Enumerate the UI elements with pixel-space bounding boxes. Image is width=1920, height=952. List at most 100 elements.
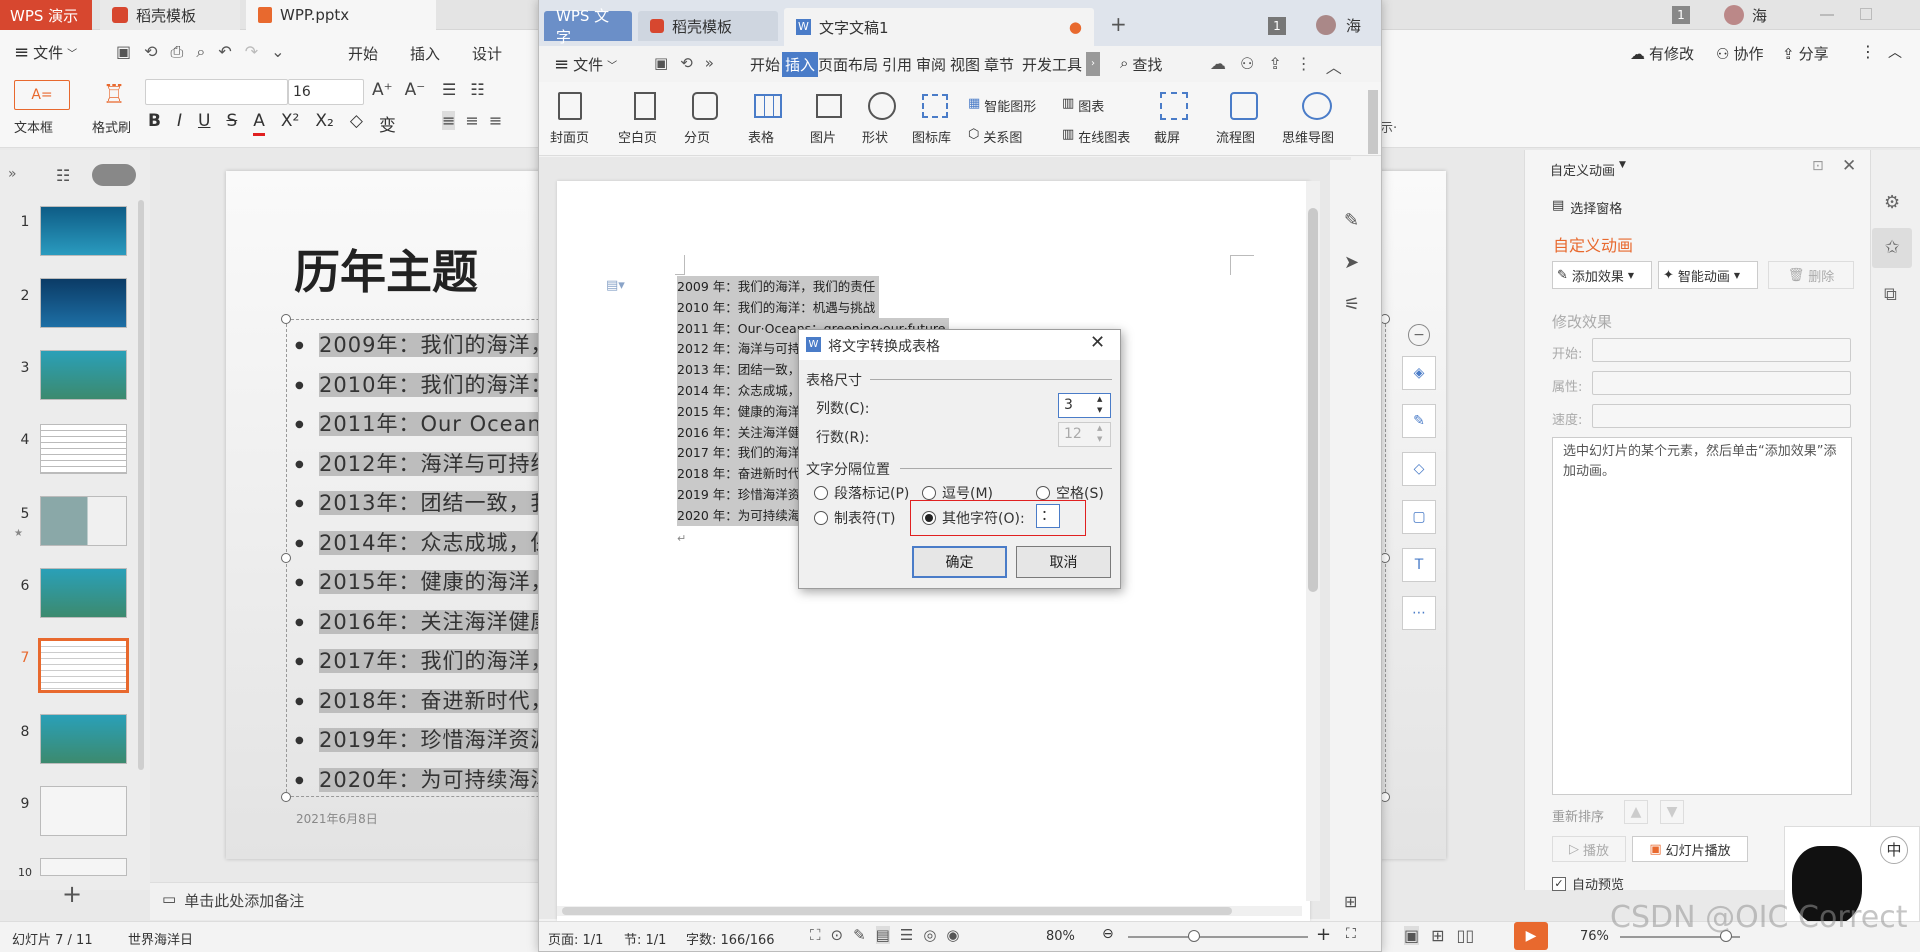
slide-date[interactable]: 2021年6月8日: [296, 810, 378, 827]
writer-file-menu[interactable]: ≡ 文件 ﹀: [554, 54, 617, 75]
shape-icon[interactable]: [868, 92, 896, 120]
ime-indicator[interactable]: 中: [1880, 836, 1908, 864]
cloud-save-icon[interactable]: ⟲: [680, 54, 693, 72]
writer-menu-references[interactable]: 引用: [882, 54, 912, 75]
tab-template[interactable]: 稻壳模板: [100, 0, 240, 30]
document-line[interactable]: 2012 年：海洋与可持续: [677, 338, 817, 360]
superscript-icon[interactable]: X²: [281, 111, 299, 136]
bullet-list-icon[interactable]: ☰: [442, 80, 456, 99]
grid-icon[interactable]: ⊞: [1344, 892, 1357, 911]
writer-menu-insert[interactable]: 插入: [782, 52, 819, 77]
property-select[interactable]: [1592, 371, 1851, 395]
picture-icon[interactable]: [816, 94, 842, 118]
paragraph-options-icon[interactable]: ▤▾: [606, 278, 625, 293]
speed-select[interactable]: [1592, 404, 1851, 428]
expand-panel-icon[interactable]: »: [8, 166, 17, 182]
slide-thumbnail-7-selected[interactable]: [38, 638, 129, 693]
collapse-ribbon-icon[interactable]: ︿: [1326, 54, 1342, 78]
cover-page-icon[interactable]: [558, 92, 582, 120]
animation-star-tool-icon[interactable]: ✩: [1872, 228, 1912, 268]
document-line[interactable]: 2009 年：我们的海洋，我们的责任: [677, 276, 880, 297]
redo-icon[interactable]: ↷: [245, 42, 258, 62]
slide-thumbnail-5[interactable]: [40, 496, 127, 546]
ribbon-scrollbar[interactable]: [1368, 90, 1378, 154]
rows-spinner[interactable]: 12: [1058, 422, 1111, 447]
align-right-icon[interactable]: ≡: [489, 111, 502, 130]
format-painter-icon[interactable]: ♖: [98, 78, 130, 112]
bullet-item[interactable]: ● 2020年：为可持续海洋: [295, 761, 553, 800]
table-label[interactable]: 表格: [748, 127, 774, 146]
zoom-in-icon[interactable]: +: [1316, 924, 1331, 945]
format-painter-label[interactable]: 格式刷: [92, 117, 131, 136]
page-indicator[interactable]: 页面: 1/1: [548, 929, 603, 948]
file-menu[interactable]: ≡ 文件 ﹀: [14, 42, 77, 63]
slide-view-toggle[interactable]: [92, 164, 136, 186]
italic-icon[interactable]: I: [177, 111, 182, 136]
outline-view-icon[interactable]: ☷: [56, 166, 70, 185]
menu-insert[interactable]: 插入: [410, 43, 440, 64]
select-cursor-icon[interactable]: ➤: [1344, 252, 1359, 273]
cancel-button[interactable]: 取消: [1016, 546, 1111, 578]
mindmap-label[interactable]: 思维导图: [1282, 127, 1334, 146]
slide-thumbnail-3[interactable]: [40, 350, 127, 400]
play-slideshow-button[interactable]: ▶: [1514, 922, 1548, 950]
collapse-ribbon-icon[interactable]: ︿: [1888, 42, 1902, 62]
writer-zoom-thumb[interactable]: [1188, 930, 1200, 942]
resize-handle[interactable]: [281, 792, 291, 802]
writer-avatar[interactable]: [1316, 15, 1336, 35]
tab-pptx-file[interactable]: WPP.pptx: [246, 0, 436, 30]
textbox-icon[interactable]: A=: [14, 80, 70, 110]
edit-pen-icon[interactable]: ✎: [1344, 210, 1359, 231]
online-chart-button[interactable]: ▥ 在线图表: [1062, 127, 1130, 146]
font-grow-icon[interactable]: A⁺: [372, 80, 393, 100]
share-button[interactable]: ⇪ 分享: [1782, 43, 1829, 64]
chart-button[interactable]: ▥ 图表: [1062, 96, 1104, 115]
resize-handle[interactable]: [281, 314, 291, 324]
writer-tab-document[interactable]: W 文字文稿1 ●: [784, 8, 1094, 46]
avatar[interactable]: [1724, 5, 1744, 25]
share-icon[interactable]: ⇪: [1268, 54, 1281, 78]
columns-spinner[interactable]: 3: [1058, 393, 1111, 418]
align-center-icon[interactable]: ≡: [465, 111, 478, 130]
bullet-item[interactable]: ● 2019年：珍惜海洋资源: [295, 721, 553, 760]
picture-label[interactable]: 图片: [810, 127, 836, 146]
bullet-item[interactable]: ● 2014年：众志成城，保: [295, 524, 553, 563]
menu-scroll-right-icon[interactable]: ›: [1086, 52, 1100, 76]
scrollbar-thumb[interactable]: [1308, 208, 1318, 592]
mindmap-icon[interactable]: [1302, 92, 1332, 120]
fill-icon[interactable]: ◇: [1402, 452, 1436, 486]
screenshot-icon[interactable]: [1160, 92, 1188, 120]
more-menu-icon[interactable]: ⋮: [1296, 54, 1312, 78]
bullet-item[interactable]: ● 2015年：健康的海洋，: [295, 563, 553, 602]
add-effect-button[interactable]: ✎ 添加效果 ▼: [1552, 261, 1652, 289]
writer-menu-view[interactable]: 视图: [950, 54, 980, 75]
slide-thumbnail-10[interactable]: [40, 858, 127, 876]
start-select[interactable]: [1592, 338, 1851, 362]
bold-icon[interactable]: B: [148, 111, 161, 136]
font-shrink-icon[interactable]: A⁻: [405, 80, 426, 100]
reading-view-icon[interactable]: ▯▯: [1457, 926, 1475, 945]
cloud-save-icon[interactable]: ⟲: [144, 42, 157, 62]
eye-icon[interactable]: ⊙: [831, 926, 844, 944]
more-tools-icon[interactable]: ⋯: [1402, 596, 1436, 630]
section-indicator[interactable]: 节: 1/1: [624, 929, 666, 948]
icon-library-icon[interactable]: [922, 94, 948, 118]
theme-name[interactable]: 世界海洋日: [128, 929, 193, 948]
bullet-item[interactable]: ● 2018年：奋进新时代，: [295, 682, 553, 721]
has-changes-button[interactable]: ☁ 有修改: [1630, 43, 1694, 64]
lock-icon[interactable]: ⊡: [1812, 158, 1824, 174]
page-break-icon[interactable]: [692, 92, 718, 120]
normal-view-icon[interactable]: ▣: [1404, 926, 1420, 945]
h-scrollbar-thumb[interactable]: [562, 907, 1232, 915]
delete-effect-button[interactable]: 🗑 删除: [1768, 261, 1854, 289]
writer-search-button[interactable]: ⌕ 查找: [1120, 54, 1162, 75]
move-up-button[interactable]: ▲: [1624, 800, 1648, 824]
document-line[interactable]: 2017 年：我们的海洋: [677, 442, 805, 464]
tab-wps-presentation[interactable]: WPS 演示: [0, 0, 92, 30]
cover-page-label[interactable]: 封面页: [550, 127, 589, 146]
print-icon[interactable]: ⎙: [171, 42, 184, 62]
clear-format-icon[interactable]: ◇: [350, 111, 363, 136]
spinner-arrows-icon[interactable]: ▲ ▼: [1097, 394, 1102, 416]
document-line[interactable]: 2018 年：奋进新时代: [677, 463, 805, 485]
doc-count-badge[interactable]: 1: [1672, 6, 1690, 24]
